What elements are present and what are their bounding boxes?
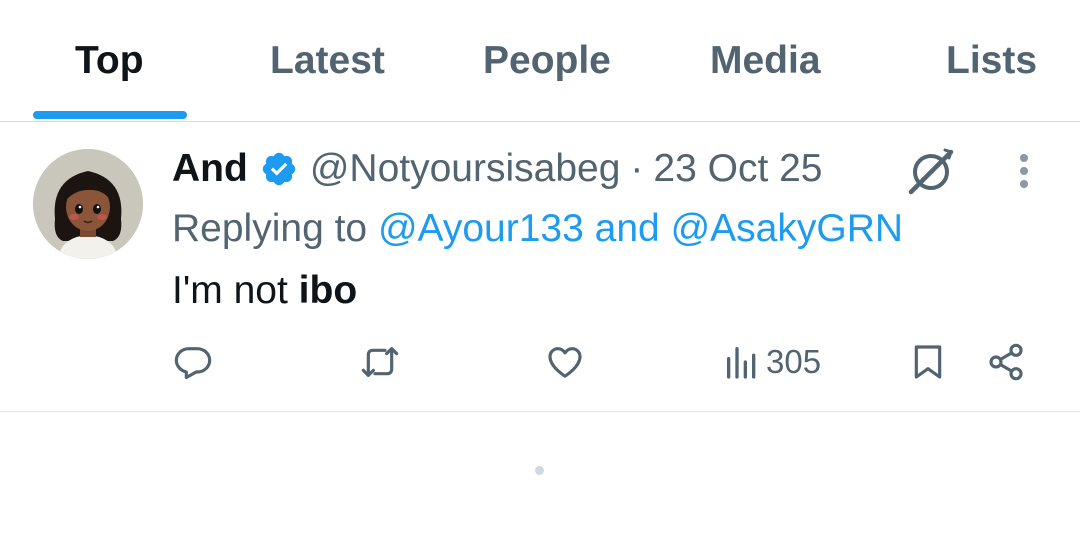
- tab-latest[interactable]: Latest: [270, 36, 385, 86]
- share-icon: [989, 343, 1023, 381]
- tab-top[interactable]: Top: [75, 36, 144, 86]
- display-name[interactable]: And: [172, 147, 248, 191]
- tab-media[interactable]: Media: [710, 36, 821, 86]
- tweet-date[interactable]: 23 Oct 25: [653, 147, 822, 191]
- loading-indicator: [535, 466, 544, 475]
- mention-link-2[interactable]: @AsakyGRN: [671, 207, 903, 250]
- tweet-header: And @Notyoursisabeg · 23 Oct 25: [172, 144, 823, 194]
- views-chart-icon: [727, 347, 756, 379]
- tab-people[interactable]: People: [483, 36, 611, 86]
- tab-lists[interactable]: Lists: [946, 36, 1037, 86]
- views-count: 305: [766, 343, 822, 380]
- grok-icon[interactable]: [905, 144, 957, 196]
- bookmark-icon: [914, 345, 942, 379]
- replying-to-line: Replying to @Ayour133 and @AsakyGRN: [172, 204, 903, 254]
- tweet-text-bold: ibo: [298, 269, 358, 312]
- search-tabs: Top Latest People Media Lists: [0, 0, 1080, 122]
- verified-badge-icon: [262, 152, 296, 186]
- reply-prefix: Replying to: [172, 207, 368, 250]
- more-vertical-icon[interactable]: [1008, 150, 1040, 192]
- tweet-text: I'm not ibo: [172, 266, 357, 316]
- reply-and[interactable]: and: [595, 207, 660, 250]
- tweet-card[interactable]: And @Notyoursisabeg · 23 Oct 25 Replying…: [0, 122, 1080, 412]
- retweet-icon: [361, 347, 399, 377]
- reply-icon: [174, 347, 212, 380]
- separator-dot: ·: [630, 147, 644, 190]
- mention-link-1[interactable]: @Ayour133: [378, 207, 584, 250]
- avatar[interactable]: [33, 149, 143, 259]
- tweet-text-plain: I'm not: [172, 269, 288, 312]
- user-handle[interactable]: @Notyoursisabeg: [310, 147, 621, 191]
- bookmark-button[interactable]: [908, 338, 948, 386]
- reply-button[interactable]: [173, 338, 213, 386]
- avatar-illustration: [33, 149, 143, 259]
- views-button[interactable]: 305: [722, 338, 821, 386]
- heart-icon: [548, 347, 582, 378]
- share-button[interactable]: [986, 338, 1026, 386]
- like-button[interactable]: [545, 338, 585, 386]
- retweet-button[interactable]: [360, 338, 400, 386]
- active-tab-indicator: [33, 111, 187, 119]
